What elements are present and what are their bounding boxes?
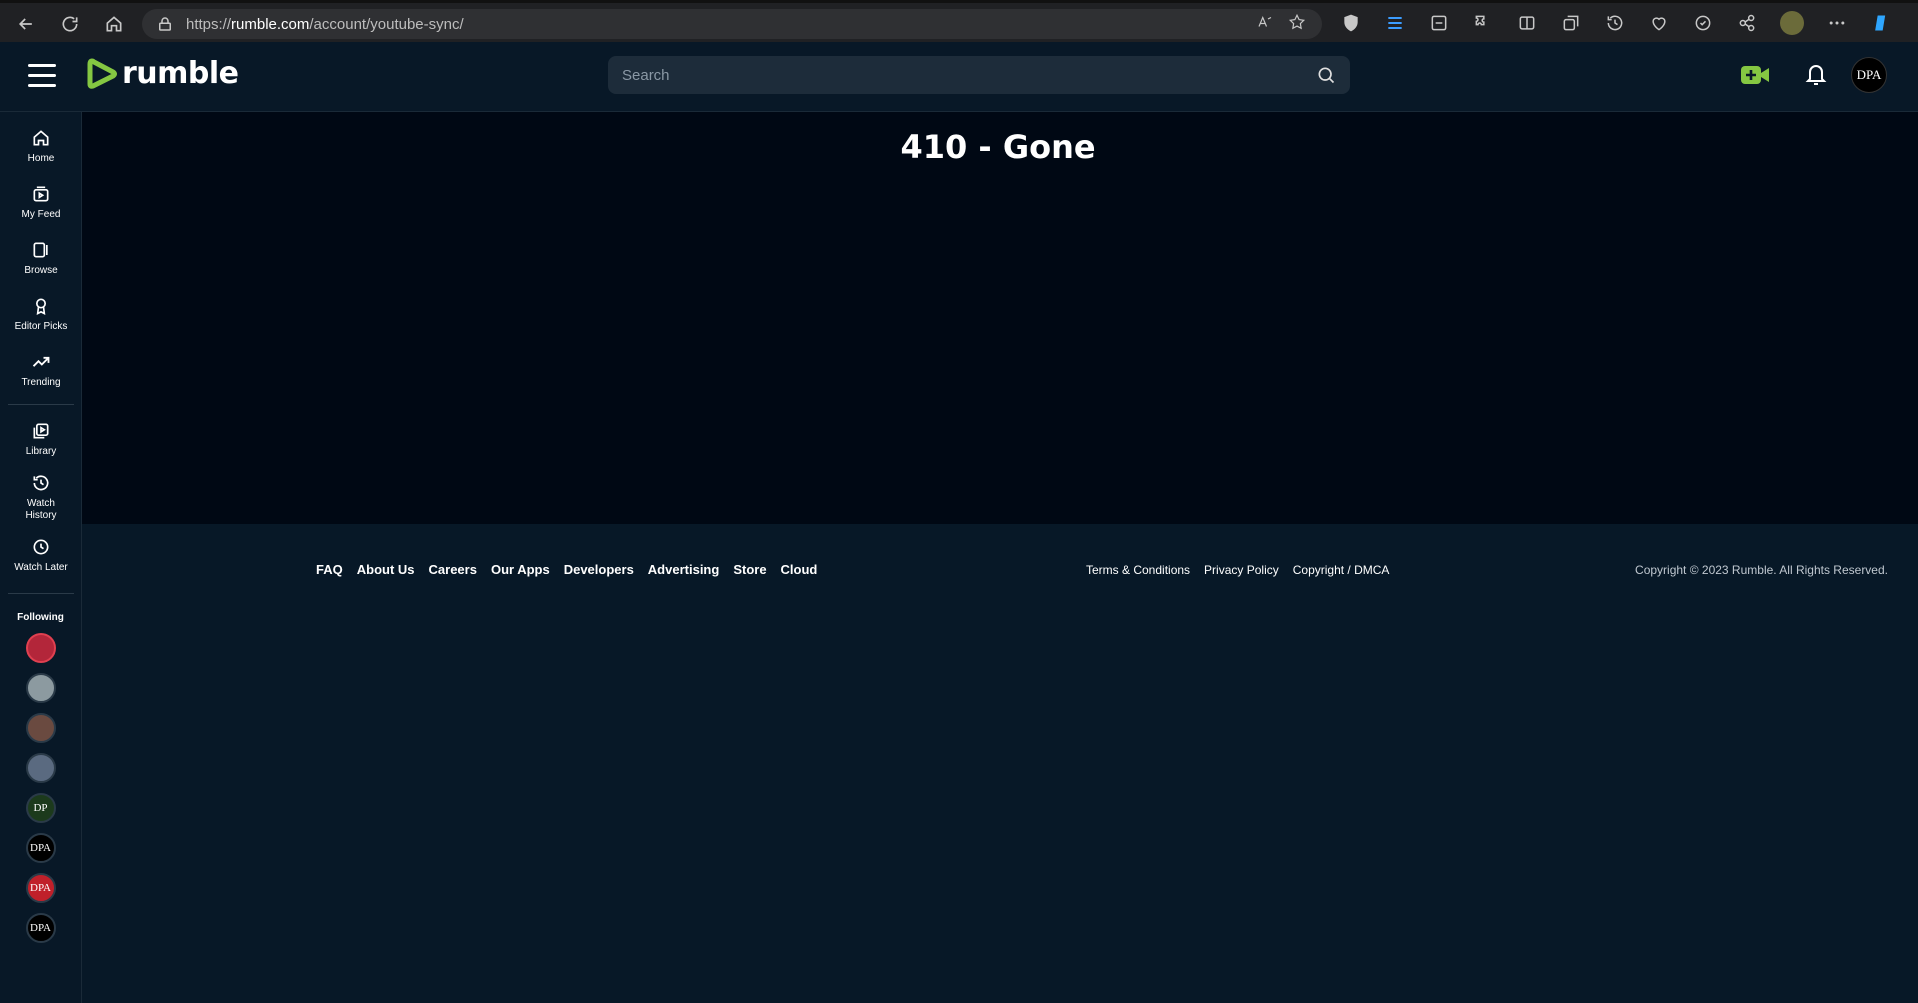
menu-icon[interactable] — [28, 64, 56, 88]
home-icon — [33, 129, 49, 145]
url-text: https://rumble.com/account/youtube-sync/ — [186, 15, 464, 33]
calendar-extension-icon[interactable] — [1428, 12, 1450, 34]
back-button[interactable] — [6, 4, 46, 44]
footer-link[interactable]: Our Apps — [491, 562, 550, 577]
bell-icon[interactable] — [1804, 61, 1828, 87]
legal-link[interactable]: Privacy Policy — [1204, 563, 1279, 577]
search-input[interactable]: Search — [622, 67, 1316, 84]
sidebar: Home My Feed Browse Editor Picks Trendin… — [0, 112, 82, 1003]
footer-link[interactable]: FAQ — [316, 562, 343, 577]
sidebar-item-editor-picks[interactable]: Editor Picks — [0, 286, 82, 342]
rumble-play-icon — [87, 58, 117, 89]
split-screen-icon[interactable] — [1516, 12, 1538, 34]
library-icon — [33, 423, 49, 438]
profile-avatar[interactable] — [1780, 11, 1804, 35]
copilot-icon[interactable] — [1870, 12, 1892, 34]
reload-button[interactable] — [50, 4, 90, 44]
copilot-extension-icon[interactable] — [1692, 12, 1714, 34]
sidebar-item-watch-history[interactable]: Watch History — [0, 467, 82, 527]
lock-icon — [159, 17, 171, 31]
page-title: 410 - Gone — [900, 128, 1096, 166]
footer-link[interactable]: Advertising — [648, 562, 720, 577]
footer-link[interactable]: Cloud — [781, 562, 818, 577]
following-title: Following — [17, 612, 64, 623]
list-extension-icon[interactable] — [1384, 12, 1406, 34]
following-channel-avatar[interactable] — [25, 753, 56, 783]
sidebar-item-trending[interactable]: Trending — [0, 342, 82, 398]
sidebar-item-watch-later[interactable]: Watch Later — [0, 527, 82, 583]
read-aloud-icon[interactable] — [1256, 13, 1274, 31]
sidebar-item-browse[interactable]: Browse — [0, 230, 82, 286]
following-channel-avatar[interactable]: DPA — [25, 913, 56, 943]
following-channel-avatar[interactable]: DPA — [25, 833, 56, 863]
sidebar-item-home[interactable]: Home — [0, 118, 82, 174]
address-bar[interactable]: https://rumble.com/account/youtube-sync/ — [142, 9, 1322, 39]
arrow-left-icon — [18, 18, 32, 30]
star-icon[interactable] — [1288, 13, 1306, 31]
footer-links: FAQ About Us Careers Our Apps Developers Adve… — [316, 562, 817, 577]
video-upload-icon[interactable] — [1740, 62, 1770, 88]
footer-link[interactable]: About Us — [357, 562, 415, 577]
shield-icon[interactable] — [1340, 12, 1362, 34]
browser-toolbar: https://rumble.com/account/youtube-sync/ — [0, 0, 1918, 42]
footer-link[interactable]: Careers — [429, 562, 477, 577]
puzzle-icon[interactable] — [1472, 12, 1494, 34]
share-icon[interactable] — [1736, 12, 1758, 34]
award-icon — [36, 298, 46, 315]
search-icon[interactable] — [1316, 65, 1336, 85]
main-content: 410 - Gone — [82, 112, 1918, 524]
clock-icon — [33, 539, 49, 554]
collections-icon[interactable] — [1560, 12, 1582, 34]
footer-link[interactable]: Developers — [564, 562, 634, 577]
site-header: rumble Search DPA — [0, 42, 1918, 112]
history-icon — [33, 474, 49, 490]
footer: FAQ About Us Careers Our Apps Developers Adve… — [82, 524, 1918, 1003]
house-icon — [106, 16, 122, 32]
legal-links: Terms & Conditions Privacy Policy Copyrigh… — [1086, 563, 1389, 577]
sidebar-divider — [8, 404, 74, 405]
footer-link[interactable]: Store — [733, 562, 766, 577]
following-list: DP DPA DPA DPA — [0, 633, 81, 943]
following-channel-avatar[interactable] — [25, 633, 56, 663]
trending-icon — [32, 356, 50, 367]
copyright-text: Copyright © 2023 Rumble. All Rights Rese… — [1635, 563, 1888, 577]
following-channel-avatar[interactable] — [25, 713, 56, 743]
logo-text: rumble — [122, 56, 239, 91]
following-channel-avatar[interactable]: DPA — [25, 873, 56, 903]
reload-icon — [62, 16, 78, 32]
following-channel-avatar[interactable]: DP — [25, 793, 56, 823]
performance-icon[interactable] — [1648, 12, 1670, 34]
sidebar-item-my-feed[interactable]: My Feed — [0, 174, 82, 230]
browse-icon — [33, 242, 48, 257]
user-avatar[interactable]: DPA — [1851, 57, 1887, 93]
legal-link[interactable]: Terms & Conditions — [1086, 563, 1190, 577]
sidebar-divider — [8, 593, 74, 594]
search-bar[interactable]: Search — [608, 56, 1350, 94]
rumble-logo[interactable]: rumble — [86, 56, 239, 91]
feed-icon — [33, 186, 49, 201]
home-button[interactable] — [94, 4, 134, 44]
following-channel-avatar[interactable] — [25, 673, 56, 703]
more-options-icon[interactable] — [1826, 12, 1848, 34]
legal-link[interactable]: Copyright / DMCA — [1293, 563, 1390, 577]
history-icon[interactable] — [1604, 12, 1626, 34]
sidebar-item-library[interactable]: Library — [0, 411, 82, 467]
